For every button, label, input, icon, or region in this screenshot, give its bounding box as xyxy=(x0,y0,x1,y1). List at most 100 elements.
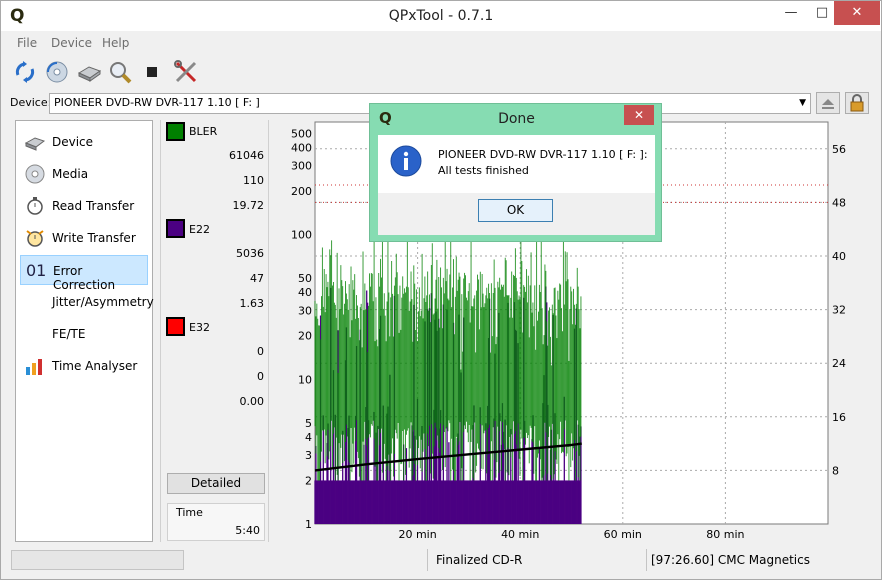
sidebar-item-label: Time Analyser xyxy=(52,359,138,373)
dialog-message-device: PIONEER DVD-RW DVR-117 1.10 [ F: ]: xyxy=(438,148,648,161)
y-left-tick-label: 100 xyxy=(291,229,312,242)
sidebar-item-label: FE/TE xyxy=(52,327,86,341)
lock-button[interactable] xyxy=(845,92,869,114)
menu-file[interactable]: File xyxy=(17,36,37,50)
menu-help[interactable]: Help xyxy=(102,36,129,50)
e22-total: 5036 xyxy=(236,247,264,260)
time-label: Time xyxy=(176,506,203,519)
chevron-down-icon: ▼ xyxy=(799,98,806,108)
disc-scan-icon[interactable] xyxy=(44,59,70,85)
y-right-tick-label: 48 xyxy=(832,196,846,209)
error-correction-icon: 01 xyxy=(26,261,47,280)
bler-avg: 19.72 xyxy=(232,199,265,212)
y-left-tick-label: 3 xyxy=(305,449,312,462)
e22-label: E22 xyxy=(189,223,210,236)
time-value: 5:40 xyxy=(235,524,260,537)
menu-bar: File Device Help xyxy=(1,33,881,53)
stats-panel: BLER 61046 110 19.72 E22 5036 47 1.63 E3… xyxy=(160,120,269,542)
bar-chart-icon xyxy=(26,359,42,375)
y-left-tick-label: 5 xyxy=(305,417,312,430)
bler-color-swatch[interactable] xyxy=(166,122,185,141)
status-separator xyxy=(646,549,647,571)
y-left-tick-label: 10 xyxy=(298,373,312,386)
sidebar-item-media[interactable]: Media xyxy=(20,159,148,189)
toolbar xyxy=(1,57,881,87)
bler-max: 110 xyxy=(243,174,264,187)
sidebar-item-jitter[interactable]: Jitter/Asymmetry xyxy=(20,287,154,317)
e22-max: 47 xyxy=(250,272,264,285)
y-left-tick-label: 400 xyxy=(291,141,312,154)
y-right-tick-label: 16 xyxy=(832,411,846,424)
time-box: Time 5:40 xyxy=(167,503,265,541)
progress-bar xyxy=(11,550,184,570)
bler-label: BLER xyxy=(189,125,218,138)
dialog-message-status: All tests finished xyxy=(438,164,529,177)
sidebar-item-label: Write Transfer xyxy=(52,231,136,245)
ok-button[interactable]: OK xyxy=(478,199,553,222)
e32-label: E32 xyxy=(189,321,210,334)
magnifier-icon[interactable] xyxy=(107,59,133,85)
sidebar-item-write-transfer[interactable]: Write Transfer xyxy=(20,223,148,253)
drive-icon[interactable] xyxy=(76,59,102,85)
y-left-tick-label: 200 xyxy=(291,185,312,198)
media-type-status: Finalized CD-R xyxy=(436,553,523,567)
sidebar: Device Media Read Transfer Write Transfe… xyxy=(15,120,154,542)
title-bar: Q QPxTool - 0.7.1 — □ ✕ xyxy=(1,1,881,31)
bler-total: 61046 xyxy=(229,149,264,162)
window-title: QPxTool - 0.7.1 xyxy=(388,8,494,24)
sidebar-item-error-correction[interactable]: 01 Error Correction xyxy=(20,255,148,292)
x-tick-label: 40 min xyxy=(501,528,539,541)
sidebar-item-label: Jitter/Asymmetry xyxy=(52,295,154,309)
stop-icon[interactable] xyxy=(139,59,165,85)
y-left-tick-label: 30 xyxy=(298,304,312,317)
close-icon[interactable]: ✕ xyxy=(624,105,654,125)
y-left-tick-label: 4 xyxy=(305,431,312,444)
stopwatch-icon xyxy=(27,197,43,215)
y-right-tick-label: 32 xyxy=(832,304,846,317)
manufacturer-status: [97:26.60] CMC Magnetics xyxy=(651,553,810,567)
detailed-button[interactable]: Detailed xyxy=(167,473,265,494)
minimize-icon[interactable]: — xyxy=(776,1,806,25)
y-left-tick-label: 50 xyxy=(298,272,312,285)
sidebar-item-fe-te[interactable]: FE/TE xyxy=(20,319,148,349)
e32-total: 0 xyxy=(257,345,264,358)
maximize-icon[interactable]: □ xyxy=(807,1,837,25)
y-right-tick-label: 56 xyxy=(832,143,846,156)
y-left-tick-label: 300 xyxy=(291,160,312,173)
eject-button[interactable] xyxy=(816,92,840,114)
e22-color-swatch[interactable] xyxy=(166,219,185,238)
dialog-title: Done xyxy=(498,111,535,127)
sidebar-item-label: Device xyxy=(52,135,94,149)
e32-avg: 0.00 xyxy=(239,395,265,408)
close-icon[interactable]: ✕ xyxy=(834,1,880,25)
sidebar-item-device[interactable]: Device xyxy=(20,127,148,157)
y-left-tick-label: 500 xyxy=(291,127,312,140)
status-bar: Finalized CD-R [97:26.60] CMC Magnetics xyxy=(1,547,881,575)
device-label: Device: xyxy=(10,96,52,109)
stopwatch-burn-icon xyxy=(26,230,44,247)
sidebar-item-time-analyser[interactable]: Time Analyser xyxy=(20,351,148,381)
tools-icon[interactable] xyxy=(173,59,199,85)
refresh-icon[interactable] xyxy=(12,59,38,85)
device-select-value: PIONEER DVD-RW DVR-117 1.10 [ F: ] xyxy=(54,96,260,109)
disc-icon xyxy=(25,164,45,184)
x-tick-label: 80 min xyxy=(706,528,744,541)
done-dialog: Q Done ✕ PIONEER DVD-RW DVR-117 1.10 [ F… xyxy=(369,103,662,242)
dialog-body: PIONEER DVD-RW DVR-117 1.10 [ F: ]: All … xyxy=(378,135,655,193)
status-separator xyxy=(427,549,428,571)
y-right-tick-label: 8 xyxy=(832,464,839,477)
sidebar-item-read-transfer[interactable]: Read Transfer xyxy=(20,191,148,221)
lock-icon xyxy=(850,94,864,112)
dialog-footer: OK xyxy=(378,193,655,235)
y-left-tick-label: 40 xyxy=(298,286,312,299)
menu-device[interactable]: Device xyxy=(51,36,92,50)
y-left-tick-label: 20 xyxy=(298,330,312,343)
e32-color-swatch[interactable] xyxy=(166,317,185,336)
x-tick-label: 60 min xyxy=(604,528,642,541)
info-icon xyxy=(390,145,422,177)
main-window: Q QPxTool - 0.7.1 — □ ✕ File Device Help… xyxy=(0,0,882,580)
drive-icon xyxy=(24,137,46,151)
sidebar-item-label: Read Transfer xyxy=(52,199,135,213)
e22-avg: 1.63 xyxy=(239,297,265,310)
y-right-tick-label: 24 xyxy=(832,357,846,370)
